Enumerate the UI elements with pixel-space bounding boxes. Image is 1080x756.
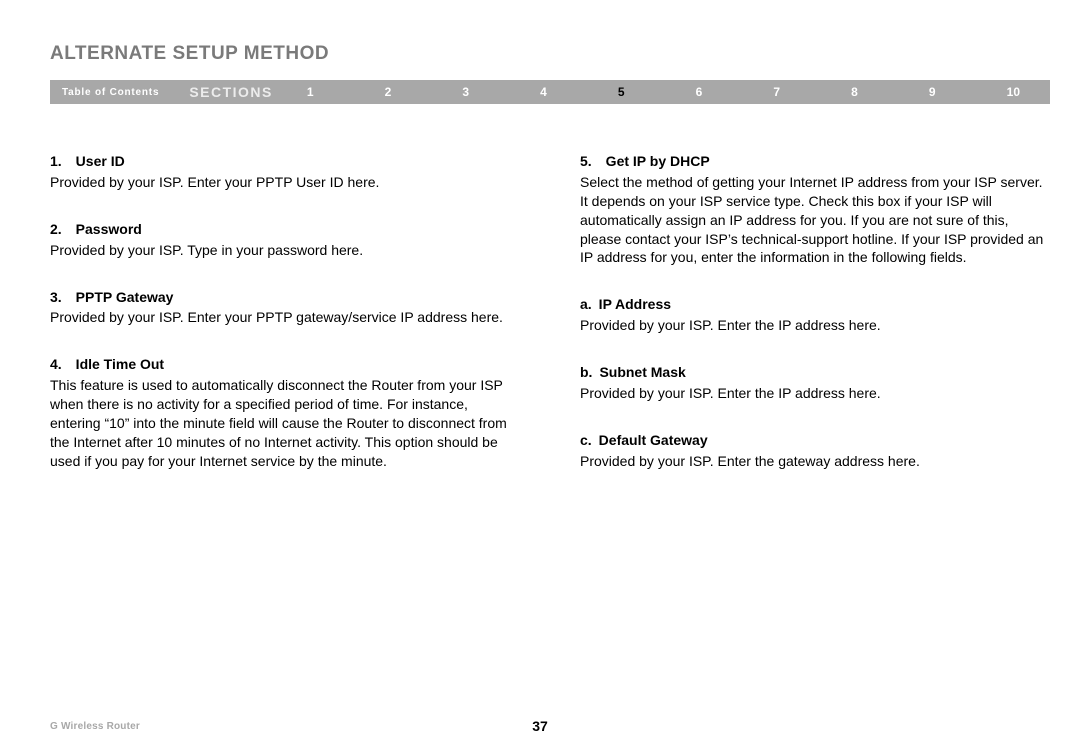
text-get-ip-dhcp: Select the method of getting your Intern… <box>580 173 1050 267</box>
toc-link[interactable]: Table of Contents <box>50 87 189 98</box>
section-numbers: 1 2 3 4 5 6 7 8 9 10 <box>307 85 1050 99</box>
heading-default-gateway: c. Default Gateway <box>580 431 1050 450</box>
sections-label: SECTIONS <box>189 84 307 100</box>
heading-password: 2. Password <box>50 220 520 239</box>
text-pptp-gateway: Provided by your ISP. Enter your PPTP ga… <box>50 308 520 327</box>
heading-pptp-gateway: 3. PPTP Gateway <box>50 288 520 307</box>
section-link-10[interactable]: 10 <box>1007 85 1020 99</box>
section-link-2[interactable]: 2 <box>385 85 392 99</box>
text-ip-address: Provided by your ISP. Enter the IP addre… <box>580 316 1050 335</box>
text-password: Provided by your ISP. Type in your passw… <box>50 241 520 260</box>
section-link-8[interactable]: 8 <box>851 85 858 99</box>
section-link-4[interactable]: 4 <box>540 85 547 99</box>
section-link-3[interactable]: 3 <box>462 85 469 99</box>
heading-get-ip-dhcp: 5. Get IP by DHCP <box>580 152 1050 171</box>
heading-user-id: 1. User ID <box>50 152 520 171</box>
section-link-9[interactable]: 9 <box>929 85 936 99</box>
section-link-1[interactable]: 1 <box>307 85 314 99</box>
navbar: Table of Contents SECTIONS 1 2 3 4 5 6 7… <box>50 80 1050 104</box>
heading-idle-timeout: 4. Idle Time Out <box>50 355 520 374</box>
text-default-gateway: Provided by your ISP. Enter the gateway … <box>580 452 1050 471</box>
section-link-7[interactable]: 7 <box>773 85 780 99</box>
content-columns: 1. User ID Provided by your ISP. Enter y… <box>50 152 1050 676</box>
text-idle-timeout: This feature is used to automatically di… <box>50 376 520 470</box>
heading-ip-address: a. IP Address <box>580 295 1050 314</box>
footer-page-number: 37 <box>0 718 1080 734</box>
page-title: ALTERNATE SETUP METHOD <box>50 43 329 65</box>
section-link-5[interactable]: 5 <box>618 85 625 99</box>
right-column: 5. Get IP by DHCP Select the method of g… <box>580 152 1050 676</box>
left-column: 1. User ID Provided by your ISP. Enter y… <box>50 152 520 676</box>
heading-subnet-mask: b. Subnet Mask <box>580 363 1050 382</box>
section-link-6[interactable]: 6 <box>696 85 703 99</box>
text-user-id: Provided by your ISP. Enter your PPTP Us… <box>50 173 520 192</box>
text-subnet-mask: Provided by your ISP. Enter the IP addre… <box>580 384 1050 403</box>
